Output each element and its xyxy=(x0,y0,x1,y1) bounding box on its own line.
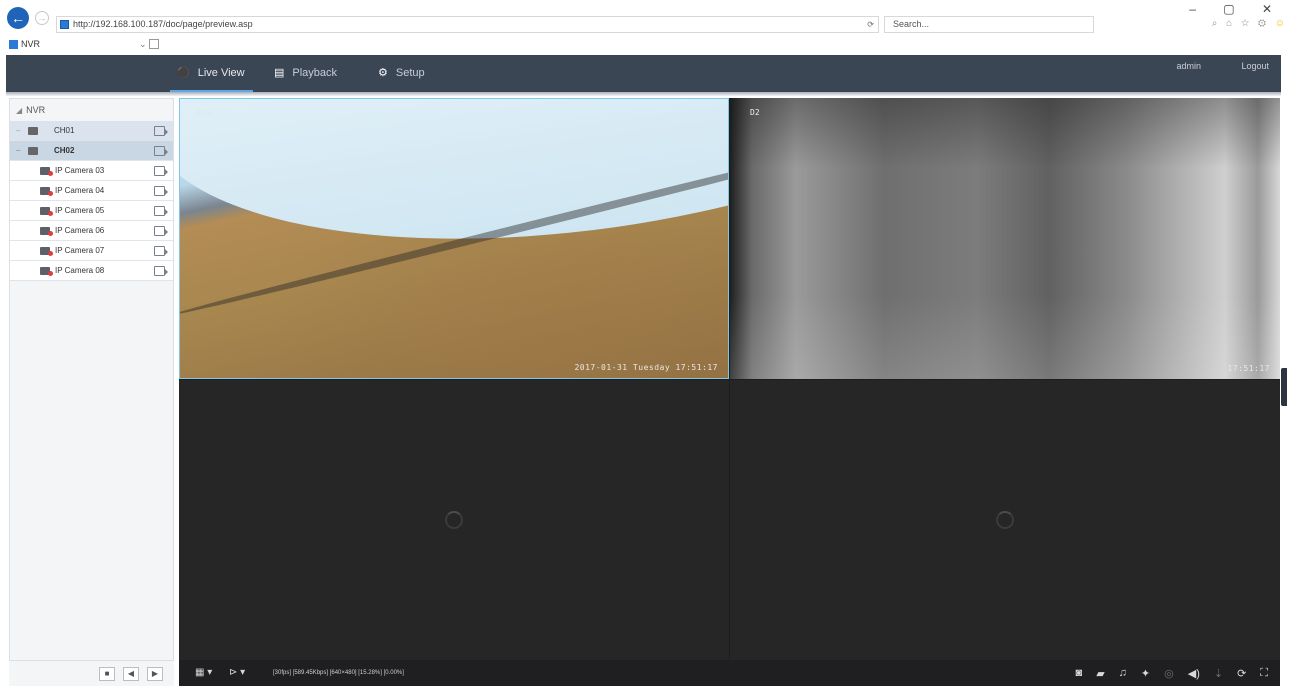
digital-zoom-icon[interactable]: ✦ xyxy=(1141,667,1150,680)
record-icon[interactable] xyxy=(154,186,168,196)
tree-item-label: IP Camera 06 xyxy=(55,226,105,235)
previous-page-button[interactable]: ◀ xyxy=(123,667,139,681)
logout-link[interactable]: Logout xyxy=(1241,55,1269,77)
offline-camera-icon xyxy=(40,167,53,176)
tab-dropdown-icon[interactable]: ⌄ xyxy=(139,37,147,52)
loading-spinner-icon xyxy=(996,511,1014,529)
browser-toolbar-icons[interactable]: ⌕ ⌂ ☆ ⚙ ☺ xyxy=(1212,18,1288,29)
video-tile-2[interactable]: D2 17:51:17 xyxy=(730,98,1280,379)
osd-channel-name: D1NL xyxy=(196,109,216,118)
tab-setup[interactable]: ⚙ Setup xyxy=(378,55,425,92)
sidebar-footer: ■ ◀ ▶ xyxy=(9,660,174,686)
forward-icon[interactable]: → xyxy=(35,11,49,25)
video-tile-3[interactable] xyxy=(179,380,729,660)
offline-camera-icon xyxy=(40,227,53,236)
tree-item-ch01[interactable]: – CH01 xyxy=(10,121,173,141)
browser-chrome: ← → http://192.168.100.187/doc/page/prev… xyxy=(0,0,1296,52)
download-icon[interactable]: ⇣ xyxy=(1214,667,1223,680)
browser-icons-group[interactable]: ⌕ ⌂ ☆ ⚙ xyxy=(1212,18,1269,29)
browser-tab[interactable]: NVR ⌄ xyxy=(9,37,159,52)
tree-root-nvr[interactable]: ◢ NVR xyxy=(10,99,173,121)
tab-playback[interactable]: ▤ Playback xyxy=(274,55,337,92)
tab-setup-label: Setup xyxy=(395,67,425,79)
tab-title: NVR xyxy=(21,39,41,49)
tree-item-ip-camera-03[interactable]: IP Camera 03 xyxy=(10,161,173,181)
window-controls[interactable]: – ▢ ✕ xyxy=(1189,2,1284,16)
tree-item-label: IP Camera 03 xyxy=(55,166,105,175)
top-navigation: ⚫ Live View ▤ Playback ⚙ Setup admin Logout xyxy=(6,55,1281,92)
loading-spinner-icon xyxy=(445,511,463,529)
playback-icon: ▤ xyxy=(274,67,285,79)
tree-connector-icon: – xyxy=(16,146,21,155)
tree-item-label: CH01 xyxy=(54,126,75,135)
tab-favicon-icon xyxy=(9,40,18,49)
tree-item-label: IP Camera 05 xyxy=(55,206,105,215)
record-icon[interactable] xyxy=(154,206,168,216)
record-icon[interactable] xyxy=(154,246,168,256)
stream-type-dropdown[interactable]: ⊳ ▾ xyxy=(229,660,245,686)
tree-item-label: IP Camera 04 xyxy=(55,186,105,195)
3d-positioning-icon[interactable]: ◎ xyxy=(1164,667,1174,680)
live-view-toolbar: ▦ ▾ ⊳ ▾ [30fps] [589.45Kbps] [640×480] [… xyxy=(179,660,1280,686)
nav-shadow xyxy=(6,92,1281,96)
camera-icon xyxy=(28,147,38,155)
tree-item-ip-camera-06[interactable]: IP Camera 06 xyxy=(10,221,173,241)
favicon-icon xyxy=(60,20,69,29)
back-icon[interactable]: ← xyxy=(7,7,29,29)
osd-timestamp: 2017-01-31 Tuesday 17:51:17 xyxy=(574,363,718,372)
record-icon[interactable] xyxy=(154,166,168,176)
record-icon[interactable] xyxy=(154,226,168,236)
ptz-panel-toggle[interactable] xyxy=(1281,368,1287,406)
tree-item-ip-camera-08[interactable]: IP Camera 08 xyxy=(10,261,173,281)
tab-playback-label: Playback xyxy=(292,67,338,79)
tree-connector-icon: – xyxy=(16,126,21,135)
feedback-smiley-icon[interactable]: ☺ xyxy=(1275,18,1288,29)
fullscreen-icon[interactable]: ⛶ xyxy=(1260,667,1268,680)
new-tab-icon[interactable] xyxy=(149,39,159,49)
gear-icon: ⚙ xyxy=(378,67,388,79)
osd-channel-name: D2 xyxy=(750,108,760,117)
live-view-grid: D1NL 2017-01-31 Tuesday 17:51:17 D2 17:5… xyxy=(179,98,1280,660)
tab-live-view[interactable]: ⚫ Live View xyxy=(170,55,253,92)
tree-item-label: IP Camera 08 xyxy=(55,266,105,275)
osd-timestamp: 17:51:17 xyxy=(1227,364,1270,373)
search-input[interactable]: Search... xyxy=(884,16,1094,33)
volume-icon[interactable]: ◀) xyxy=(1188,667,1200,680)
offline-camera-icon xyxy=(40,247,53,256)
offline-camera-icon xyxy=(40,267,53,276)
manual-record-icon[interactable]: ▰ xyxy=(1096,667,1104,680)
refresh-icon[interactable]: ⟳ xyxy=(1237,667,1246,680)
video-tile-1[interactable]: D1NL 2017-01-31 Tuesday 17:51:17 xyxy=(179,98,729,379)
tree-item-ip-camera-05[interactable]: IP Camera 05 xyxy=(10,201,173,221)
device-tree-panel: ◢ NVR – CH01 – CH02 IP Camera 03 IP Camer… xyxy=(9,98,174,686)
offline-camera-icon xyxy=(40,187,53,196)
tree-root-label: NVR xyxy=(26,105,46,115)
video-tile-4[interactable] xyxy=(730,380,1280,660)
capture-icon[interactable]: ◙ xyxy=(1076,667,1083,679)
stream-status-readout: [30fps] [589.45Kbps] [640×480] [15.28%] … xyxy=(273,670,404,676)
camera-icon: ⚫ xyxy=(176,67,190,79)
record-icon[interactable] xyxy=(154,146,168,156)
tree-item-ip-camera-07[interactable]: IP Camera 07 xyxy=(10,241,173,261)
window-layout-dropdown[interactable]: ▦ ▾ xyxy=(195,660,212,686)
tree-item-ch02[interactable]: – CH02 xyxy=(10,141,173,161)
address-url: http://192.168.100.187/doc/page/preview.… xyxy=(73,19,253,29)
refresh-icon[interactable]: ⟳ xyxy=(867,17,874,32)
address-bar[interactable]: http://192.168.100.187/doc/page/preview.… xyxy=(56,16,879,33)
next-page-button[interactable]: ▶ xyxy=(147,667,163,681)
tree-item-ip-camera-04[interactable]: IP Camera 04 xyxy=(10,181,173,201)
offline-camera-icon xyxy=(40,207,53,216)
record-icon[interactable] xyxy=(154,126,168,136)
tree-item-label: CH02 xyxy=(54,146,75,155)
record-icon[interactable] xyxy=(154,266,168,276)
audio-icon[interactable]: ♫ xyxy=(1119,667,1127,679)
stop-all-button[interactable]: ■ xyxy=(99,667,115,681)
tab-live-view-label: Live View xyxy=(197,67,245,79)
toolbar-icon-group: ◙ ▰ ♫ ✦ ◎ ◀) ⇣ ⟳ ⛶ xyxy=(1076,660,1268,686)
collapse-arrow-icon[interactable]: ◢ xyxy=(16,106,22,115)
tree-item-label: IP Camera 07 xyxy=(55,246,105,255)
user-name[interactable]: admin xyxy=(1176,55,1201,77)
camera-icon xyxy=(28,127,38,135)
